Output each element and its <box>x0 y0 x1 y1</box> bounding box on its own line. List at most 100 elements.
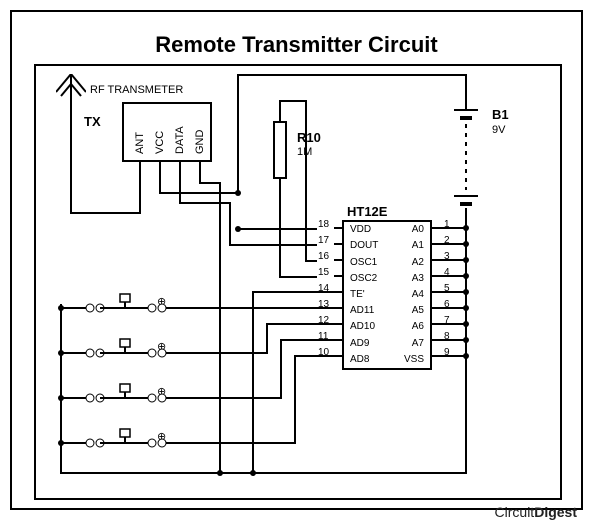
wire <box>166 307 334 309</box>
pin-tick <box>334 291 342 293</box>
pin-num-17: 17 <box>318 235 329 246</box>
wire <box>237 228 317 230</box>
wire-vcc <box>465 74 467 104</box>
pushbutton-icon <box>100 427 150 447</box>
junction-node <box>58 440 64 446</box>
pin-tick <box>432 323 440 325</box>
pushbutton-icon <box>100 292 150 312</box>
wire <box>179 162 181 202</box>
wire-gnd <box>219 182 221 472</box>
junction-node <box>58 305 64 311</box>
wire <box>279 100 305 102</box>
battery-name: B1 <box>492 107 509 122</box>
resistor-name: R10 <box>297 130 321 145</box>
junction-node <box>463 257 469 263</box>
resistor-icon <box>270 112 290 188</box>
pin-tick <box>334 227 342 229</box>
watermark: CircuitDigest <box>495 504 577 520</box>
pin-osc1: OSC1 <box>350 258 377 268</box>
pin-tick <box>432 307 440 309</box>
junction-node <box>463 353 469 359</box>
junction-node <box>58 395 64 401</box>
pin-tick <box>432 275 440 277</box>
wire <box>294 355 334 357</box>
pb-term <box>148 304 157 313</box>
rf-label: RF TRANSMETER <box>90 84 183 96</box>
tx-pin-data: DATA <box>174 126 186 154</box>
pin-dout: DOUT <box>350 241 378 251</box>
junction-node <box>463 289 469 295</box>
diagram-frame: Remote Transmitter Circuit RF TRANSMETER… <box>10 10 583 510</box>
wire <box>70 114 72 214</box>
pin-num-15: 15 <box>318 267 329 278</box>
pb-term <box>86 349 95 358</box>
pin-vdd: VDD <box>350 225 371 235</box>
pin-ad10: AD10 <box>350 322 375 332</box>
pin-a7: A7 <box>412 339 424 349</box>
pin-a1: A1 <box>412 241 424 251</box>
wire <box>139 162 141 212</box>
pushbutton-icon <box>100 337 150 357</box>
tx-pin-ant: ANT <box>134 132 146 154</box>
pb-term <box>148 439 157 448</box>
pin-tick <box>334 243 342 245</box>
tx-pin-gnd: GND <box>194 130 206 154</box>
watermark-b: Digest <box>534 504 577 520</box>
junction-node <box>463 241 469 247</box>
pin-vss: VSS <box>404 355 424 365</box>
pin-tick <box>432 259 440 261</box>
pb-term <box>86 394 95 403</box>
wire <box>279 188 281 276</box>
pb-term <box>148 394 157 403</box>
pin-tick <box>334 275 342 277</box>
wire-vcc <box>237 74 239 194</box>
pin-tick <box>334 355 342 357</box>
pin-a4: A4 <box>412 290 424 300</box>
wire <box>166 352 266 354</box>
pin-a5: A5 <box>412 306 424 316</box>
wire-data <box>229 244 317 246</box>
wire <box>159 162 161 192</box>
diagram-title: Remote Transmitter Circuit <box>155 32 437 58</box>
pushbutton-icon <box>100 382 150 402</box>
wire-gnd <box>199 182 219 184</box>
wire <box>166 397 280 399</box>
pin-tick <box>432 339 440 341</box>
wire-gnd-rail <box>60 472 467 474</box>
pin-tick <box>432 355 440 357</box>
wire <box>305 100 307 260</box>
wire <box>279 102 281 112</box>
pin-num-18: 18 <box>318 219 329 230</box>
encoder-name: HT12E <box>347 204 387 219</box>
wire <box>266 323 268 354</box>
junction-node <box>463 305 469 311</box>
wire <box>305 260 317 262</box>
wire <box>199 162 201 182</box>
pin-a2: A2 <box>412 258 424 268</box>
wire <box>166 442 294 444</box>
tx-label: TX <box>84 114 101 129</box>
pb-term <box>86 439 95 448</box>
tx-pin-vcc: VCC <box>154 131 166 154</box>
wire <box>266 323 334 325</box>
junction-node <box>463 321 469 327</box>
pin-tick <box>334 323 342 325</box>
pin-tick <box>432 227 440 229</box>
wire-data <box>179 202 229 204</box>
battery-icon <box>450 102 482 222</box>
pb-term <box>86 304 95 313</box>
pin-tick <box>334 339 342 341</box>
wire-data <box>229 202 231 244</box>
junction-node <box>235 190 241 196</box>
wire <box>465 222 467 230</box>
wire-vcc <box>237 74 465 76</box>
wire <box>71 212 141 214</box>
pin-tick <box>432 291 440 293</box>
wire-gnd-bus <box>465 228 467 472</box>
wire <box>280 339 334 341</box>
wire <box>279 276 317 278</box>
pin-a0: A0 <box>412 225 424 235</box>
pin-a3: A3 <box>412 274 424 284</box>
junction-node <box>463 337 469 343</box>
wire <box>252 291 334 293</box>
